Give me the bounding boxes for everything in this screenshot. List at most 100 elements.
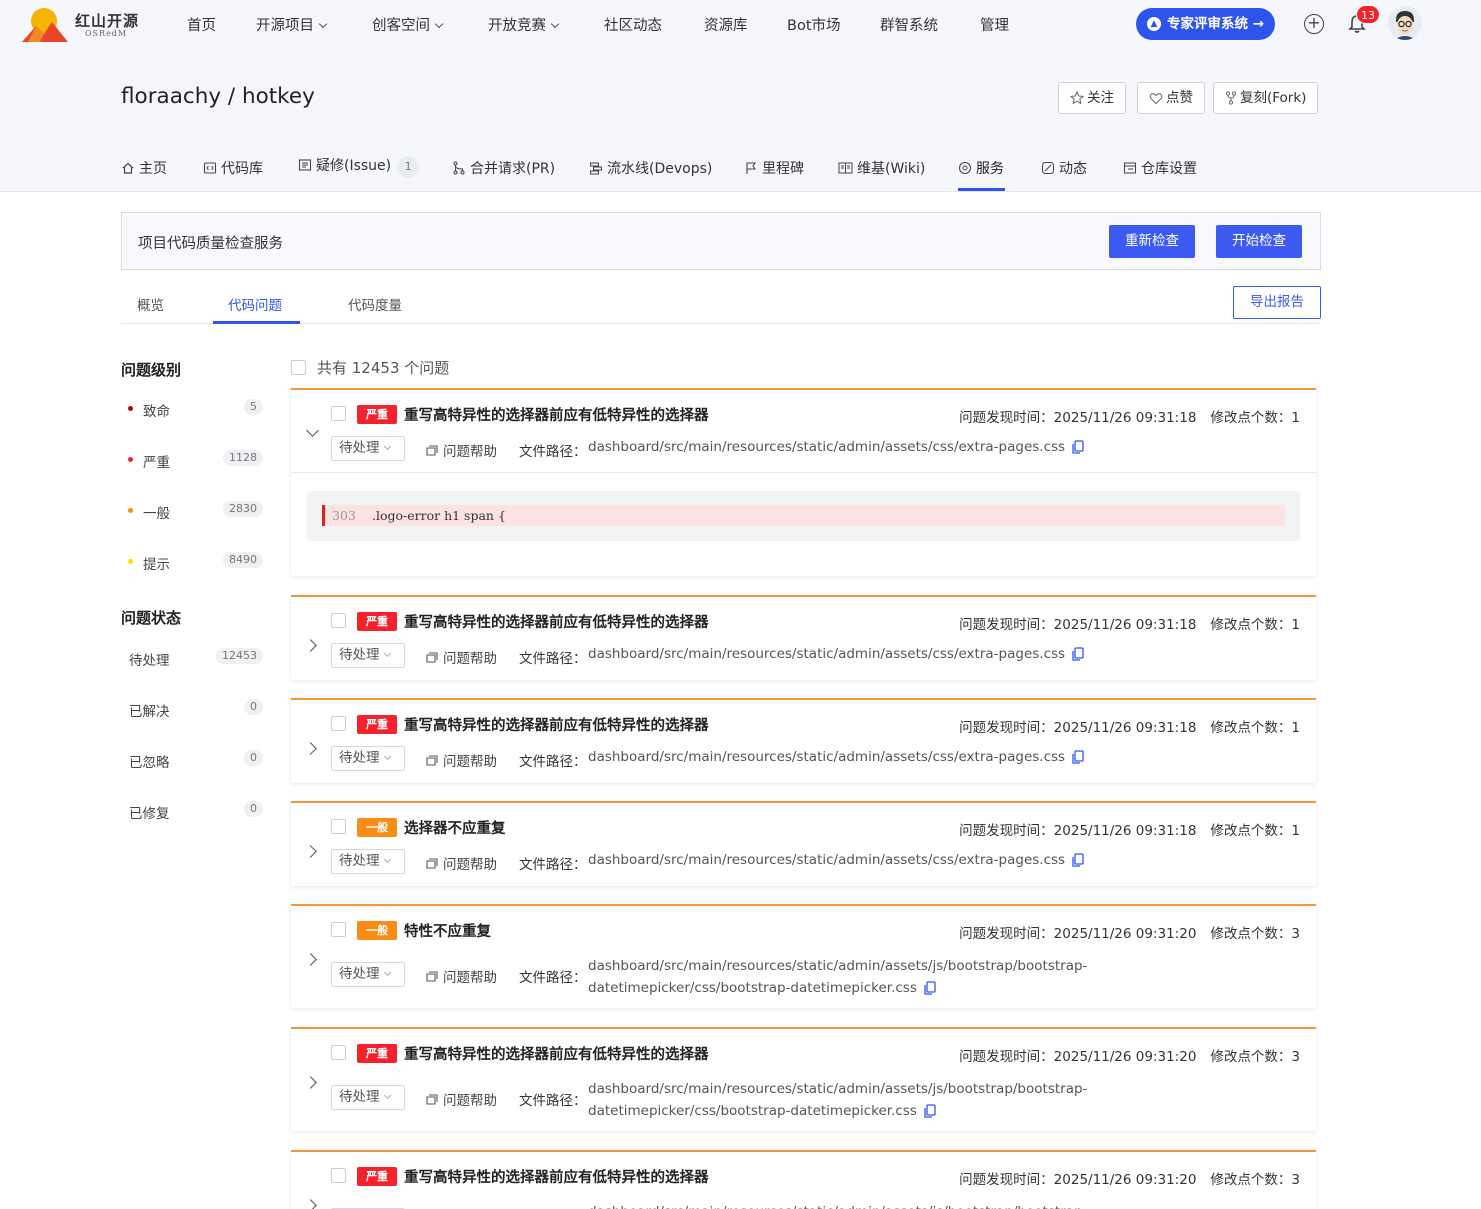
tab-wiki[interactable]: 维基(Wiki) [838, 158, 925, 178]
chevron-down-icon [383, 649, 391, 658]
file-path-line: dashboard/src/main/resources/static/admi… [588, 1201, 1087, 1209]
status-select[interactable]: 待处理 [331, 1085, 405, 1110]
expert-review-button[interactable]: ▲ 专家评审系统 → [1136, 8, 1275, 40]
status-filter-item[interactable]: 已忽略 0 [121, 749, 263, 771]
issue-title[interactable]: 重写高特异性的选择器前应有低特异性的选择器 [404, 404, 709, 425]
issue-title[interactable]: 选择器不应重复 [404, 817, 506, 838]
subtab-overview[interactable]: 概览 [137, 294, 164, 314]
issue-checkbox[interactable] [331, 1045, 346, 1060]
top-navigation: 红山开源 OSRedM 首页 开源项目 创客空间 开放竞赛 社区动态 资源库 B… [0, 0, 1481, 48]
issue-checkbox[interactable] [331, 406, 346, 421]
expand-chevron-icon[interactable] [304, 953, 317, 966]
issue-checkbox[interactable] [331, 716, 346, 731]
file-path[interactable]: dashboard/src/main/resources/static/admi… [588, 1201, 1087, 1209]
status-filter-item[interactable]: 待处理 12453 [121, 647, 263, 669]
file-path[interactable]: dashboard/src/main/resources/static/admi… [588, 436, 1084, 458]
level-filter-item[interactable]: 严重 1128 [121, 449, 263, 471]
status-select[interactable]: 待处理 [331, 962, 405, 987]
site-logo[interactable]: 红山开源 OSRedM [22, 6, 142, 42]
tab-pr[interactable]: 合并请求(PR) [452, 158, 555, 178]
status-select[interactable]: 待处理 [331, 436, 405, 461]
star-button[interactable]: 点赞 [1137, 82, 1205, 114]
tab-activity[interactable]: 动态 [1041, 158, 1087, 178]
nav-community[interactable]: 社区动态 [604, 14, 662, 35]
file-path[interactable]: dashboard/src/main/resources/static/admi… [588, 849, 1084, 871]
fork-label: 复刻(Fork) [1240, 90, 1307, 106]
file-path[interactable]: dashboard/src/main/resources/static/admi… [588, 1078, 1087, 1122]
tab-code[interactable]: 代码库 [203, 158, 263, 178]
nav-home[interactable]: 首页 [187, 14, 216, 35]
subtab-code-issues[interactable]: 代码问题 [228, 294, 282, 314]
nav-swarm[interactable]: 群智系统 [880, 14, 938, 35]
copy-icon[interactable] [924, 981, 936, 995]
status-select[interactable]: 待处理 [331, 849, 405, 874]
export-report-button[interactable]: 导出报告 [1233, 286, 1321, 319]
issue-help-link[interactable]: 问题帮助 [425, 1089, 497, 1109]
tab-issue[interactable]: 疑修(Issue) 1 [298, 155, 420, 178]
copy-icon[interactable] [924, 1104, 936, 1118]
tab-settings[interactable]: 仓库设置 [1123, 158, 1197, 178]
issue-checkbox[interactable] [331, 613, 346, 628]
nav-resources[interactable]: 资源库 [704, 14, 748, 35]
expand-chevron-icon[interactable] [304, 1199, 317, 1209]
level-filter-item[interactable]: 致命 5 [121, 398, 263, 420]
subtab-code-metrics[interactable]: 代码度量 [348, 294, 402, 314]
nav-admin[interactable]: 管理 [980, 14, 1009, 35]
status-select[interactable]: 待处理 [331, 643, 405, 668]
tab-devops[interactable]: 流水线(Devops) [589, 158, 712, 178]
issue-checkbox[interactable] [331, 922, 346, 937]
issue-checkbox[interactable] [331, 819, 346, 834]
file-path[interactable]: dashboard/src/main/resources/static/admi… [588, 955, 1087, 999]
issue-help-link[interactable]: 问题帮助 [425, 750, 497, 770]
watch-button[interactable]: 关注 [1058, 82, 1126, 114]
collapse-chevron-icon[interactable] [306, 424, 319, 437]
copy-icon[interactable] [1072, 750, 1084, 764]
start-check-button[interactable]: 开始检查 [1216, 225, 1302, 258]
tab-service[interactable]: 服务 [958, 158, 1004, 178]
file-path[interactable]: dashboard/src/main/resources/static/admi… [588, 746, 1084, 768]
recheck-button[interactable]: 重新检查 [1109, 225, 1195, 258]
avatar[interactable] [1388, 6, 1422, 40]
copy-icon[interactable] [1072, 440, 1084, 454]
repo-title[interactable]: floraachy / hotkey [121, 84, 315, 109]
issue-title[interactable]: 重写高特异性的选择器前应有低特异性的选择器 [404, 714, 709, 735]
status-filter-item[interactable]: 已修复 0 [121, 800, 263, 822]
status-select[interactable]: 待处理 [331, 746, 405, 771]
service-panel: 项目代码质量检查服务 重新检查 开始检查 [121, 212, 1321, 270]
issue-title[interactable]: 特性不应重复 [404, 920, 491, 941]
issue-meta: 问题发现时间：2025/11/26 09:31:20 修改点个数：3 [959, 1045, 1300, 1065]
level-filter-item[interactable]: 提示 8490 [121, 551, 263, 573]
expand-chevron-icon[interactable] [304, 1076, 317, 1089]
issue-title[interactable]: 重写高特异性的选择器前应有低特异性的选择器 [404, 1043, 709, 1064]
copy-icon[interactable] [1072, 853, 1084, 867]
tab-home[interactable]: 主页 [121, 158, 167, 178]
status-filter-label: 已修复 [129, 806, 170, 822]
file-path[interactable]: dashboard/src/main/resources/static/admi… [588, 643, 1084, 665]
chevron-down-icon [318, 19, 328, 29]
nav-bot-market[interactable]: Bot市场 [787, 14, 841, 35]
issue-title[interactable]: 重写高特异性的选择器前应有低特异性的选择器 [404, 1166, 709, 1187]
issue-title[interactable]: 重写高特异性的选择器前应有低特异性的选择器 [404, 611, 709, 632]
issue-help-link[interactable]: 问题帮助 [425, 853, 497, 873]
issue-help-link[interactable]: 问题帮助 [425, 966, 497, 986]
tab-milestone[interactable]: 里程碑 [744, 158, 804, 178]
issue-help-link[interactable]: 问题帮助 [425, 647, 497, 667]
expand-chevron-icon[interactable] [304, 639, 317, 652]
expand-chevron-icon[interactable] [304, 845, 317, 858]
issue-help-link[interactable]: 问题帮助 [425, 440, 497, 460]
file-path-label: 文件路径： [519, 1093, 587, 1109]
level-filter-label: 严重 [143, 455, 170, 471]
level-filter-item[interactable]: 一般 2830 [121, 500, 263, 522]
issue-checkbox[interactable] [331, 1168, 346, 1183]
add-icon[interactable]: + [1304, 14, 1324, 34]
copy-icon[interactable] [1072, 647, 1084, 661]
status-filter-item[interactable]: 已解决 0 [121, 698, 263, 720]
nav-competitions[interactable]: 开放竞赛 [488, 14, 560, 35]
chevron-down-icon [383, 855, 391, 864]
nav-maker-space[interactable]: 创客空间 [372, 14, 444, 35]
select-all-checkbox[interactable] [291, 360, 306, 375]
fork-button[interactable]: 复刻(Fork) [1213, 82, 1319, 114]
nav-projects[interactable]: 开源项目 [256, 14, 328, 35]
changes-label: 修改点个数： [1210, 926, 1292, 942]
expand-chevron-icon[interactable] [304, 742, 317, 755]
